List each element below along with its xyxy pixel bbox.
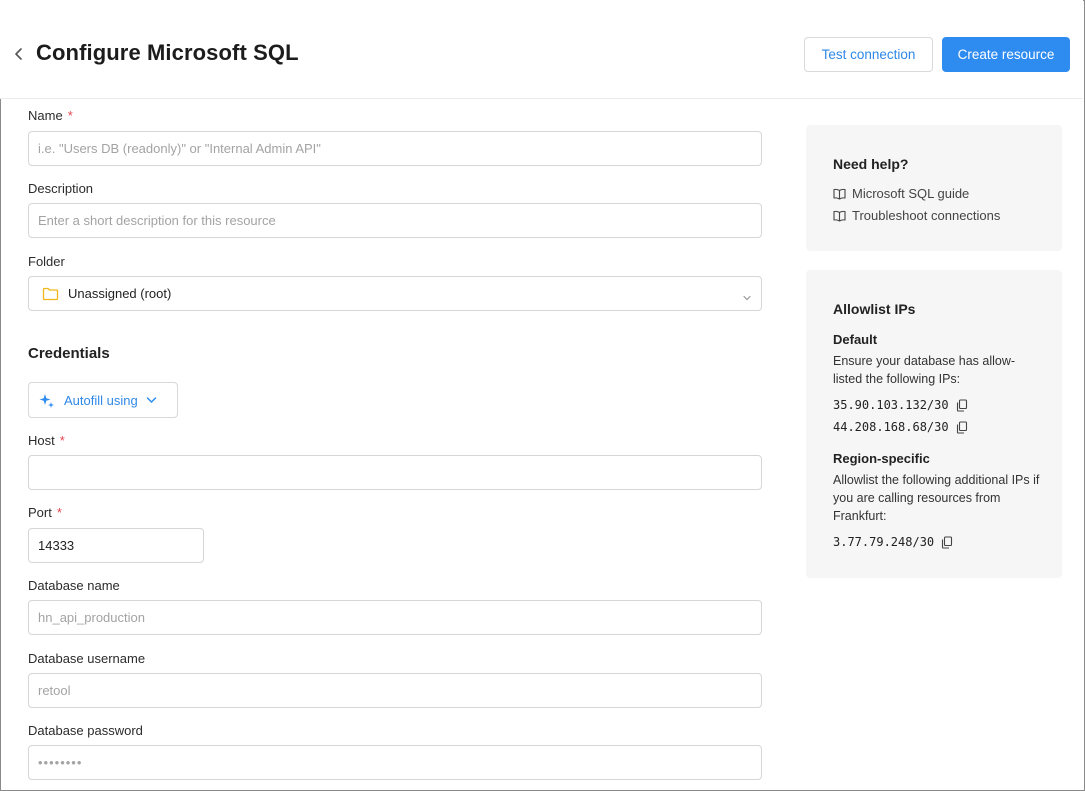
copy-icon[interactable]: [956, 421, 968, 434]
host-input[interactable]: [28, 455, 762, 490]
sparkle-icon: [38, 392, 55, 409]
chevron-down-icon: [146, 396, 157, 404]
chevron-down-icon: [742, 290, 752, 305]
test-connection-button[interactable]: Test connection: [804, 37, 933, 72]
page-header: Configure Microsoft SQL Test connection …: [0, 0, 1083, 99]
troubleshoot-link[interactable]: Troubleshoot connections: [833, 208, 1000, 223]
allowlist-title: Allowlist IPs: [833, 301, 915, 317]
credentials-heading: Credentials: [28, 345, 110, 362]
help-panel: Need help? Microsoft SQL guide Troublesh…: [806, 125, 1062, 251]
page-title: Configure Microsoft SQL: [36, 40, 299, 66]
database-username-input[interactable]: retool: [28, 673, 762, 708]
database-username-label: Database username: [28, 651, 145, 666]
default-text: Ensure your database has allow-listed th…: [833, 352, 1043, 388]
help-title: Need help?: [833, 156, 908, 172]
database-password-label: Database password: [28, 723, 143, 738]
port-label: Port*: [28, 505, 62, 520]
name-input[interactable]: i.e. "Users DB (readonly)" or "Internal …: [28, 131, 762, 166]
region-text: Allowlist the following additional IPs i…: [833, 471, 1043, 525]
ip-row: 35.90.103.132/30: [833, 398, 968, 412]
copy-icon[interactable]: [941, 536, 953, 549]
copy-icon[interactable]: [956, 399, 968, 412]
database-name-label: Database name: [28, 578, 120, 593]
host-label: Host*: [28, 433, 65, 448]
book-icon: [833, 210, 846, 222]
description-label: Description: [28, 181, 93, 196]
region-heading: Region-specific: [833, 451, 930, 466]
guide-link[interactable]: Microsoft SQL guide: [833, 186, 969, 201]
allowlist-panel: Allowlist IPs Default Ensure your databa…: [806, 270, 1062, 578]
back-chevron-icon[interactable]: [10, 44, 28, 64]
database-password-input[interactable]: ••••••••: [28, 745, 762, 780]
ip-row: 44.208.168.68/30: [833, 420, 968, 434]
port-input[interactable]: 14333: [28, 528, 204, 563]
autofill-button[interactable]: Autofill using: [28, 382, 178, 418]
name-label: Name*: [28, 108, 73, 123]
folder-label: Folder: [28, 254, 65, 269]
ip-row: 3.77.79.248/30: [833, 535, 953, 549]
folder-select[interactable]: Unassigned (root): [28, 276, 762, 311]
folder-value: Unassigned (root): [68, 286, 171, 301]
autofill-label: Autofill using: [64, 393, 138, 408]
folder-icon: [42, 287, 59, 301]
default-heading: Default: [833, 332, 877, 347]
create-resource-button[interactable]: Create resource: [942, 37, 1070, 72]
book-icon: [833, 188, 846, 200]
database-name-input[interactable]: hn_api_production: [28, 600, 762, 635]
description-input[interactable]: Enter a short description for this resou…: [28, 203, 762, 238]
